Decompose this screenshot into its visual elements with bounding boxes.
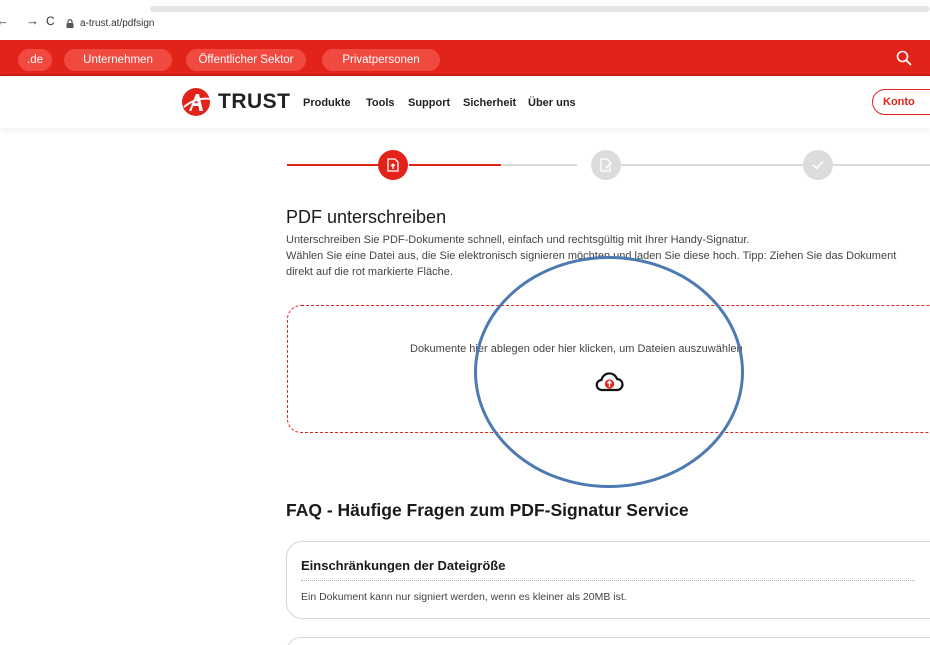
sector-tab-privatpersonen[interactable]: Privatpersonen: [322, 49, 440, 71]
page-title: PDF unterschreiben: [286, 207, 447, 227]
nav-sicherheit[interactable]: Sicherheit: [463, 97, 516, 109]
faq-question[interactable]: Einschränkungen der Dateigröße: [301, 558, 505, 573]
faq-answer: Ein Dokument kann nur signiert werden, w…: [301, 591, 627, 603]
stepper-line-active: [409, 164, 501, 166]
faq-item-collapsed[interactable]: [286, 637, 930, 645]
nav-tools[interactable]: Tools: [366, 97, 395, 109]
sector-tab-oeffentlicher-sektor[interactable]: Öffentlicher Sektor: [186, 49, 306, 71]
step-1-upload: [378, 150, 408, 180]
main-header: TRUST Produkte Tools Support Sicherheit …: [0, 78, 930, 128]
nav-support[interactable]: Support: [408, 97, 450, 109]
back-icon[interactable]: ←: [0, 13, 9, 29]
logo-text: TRUST: [218, 90, 291, 113]
sector-tab-unternehmen[interactable]: Unternehmen: [64, 49, 172, 71]
address-bar[interactable]: a-trust.at/pdfsign: [66, 15, 154, 31]
browser-toolbar: ← → C a-trust.at/pdfsign: [0, 0, 930, 36]
edit-document-icon: [599, 158, 612, 172]
konto-button[interactable]: Konto: [872, 89, 930, 115]
stepper-line-done: [287, 164, 379, 166]
a-trust-logo[interactable]: TRUST: [180, 87, 291, 117]
sector-navigation: .de Unternehmen Öffentlicher Sektor Priv…: [0, 40, 930, 76]
faq-divider: [301, 580, 915, 581]
stepper-line: [833, 164, 930, 166]
faq-item[interactable]: Einschränkungen der Dateigröße Ein Dokum…: [286, 541, 930, 619]
stepper-line: [621, 164, 803, 166]
search-icon[interactable]: [896, 50, 912, 66]
reload-icon[interactable]: C: [46, 13, 55, 29]
annotation-circle: [474, 256, 744, 488]
tab-strip: [150, 6, 930, 12]
forward-icon[interactable]: →: [26, 13, 39, 29]
sector-tab-de[interactable]: .de: [18, 49, 52, 71]
url-text: a-trust.at/pdfsign: [80, 17, 155, 29]
nav-produkte[interactable]: Produkte: [303, 97, 351, 109]
description-line-1: Unterschreiben Sie PDF-Dokumente schnell…: [286, 234, 750, 246]
step-3-done: [803, 150, 833, 180]
upload-document-icon: [387, 158, 399, 172]
faq-title: FAQ - Häufige Fragen zum PDF-Signatur Se…: [286, 500, 689, 520]
check-icon: [812, 160, 824, 170]
lock-icon: [66, 18, 74, 28]
nav-ueber-uns[interactable]: Über uns: [528, 97, 576, 109]
step-2-sign: [591, 150, 621, 180]
a-trust-logo-mark: [182, 88, 212, 116]
stepper-line: [501, 164, 577, 166]
